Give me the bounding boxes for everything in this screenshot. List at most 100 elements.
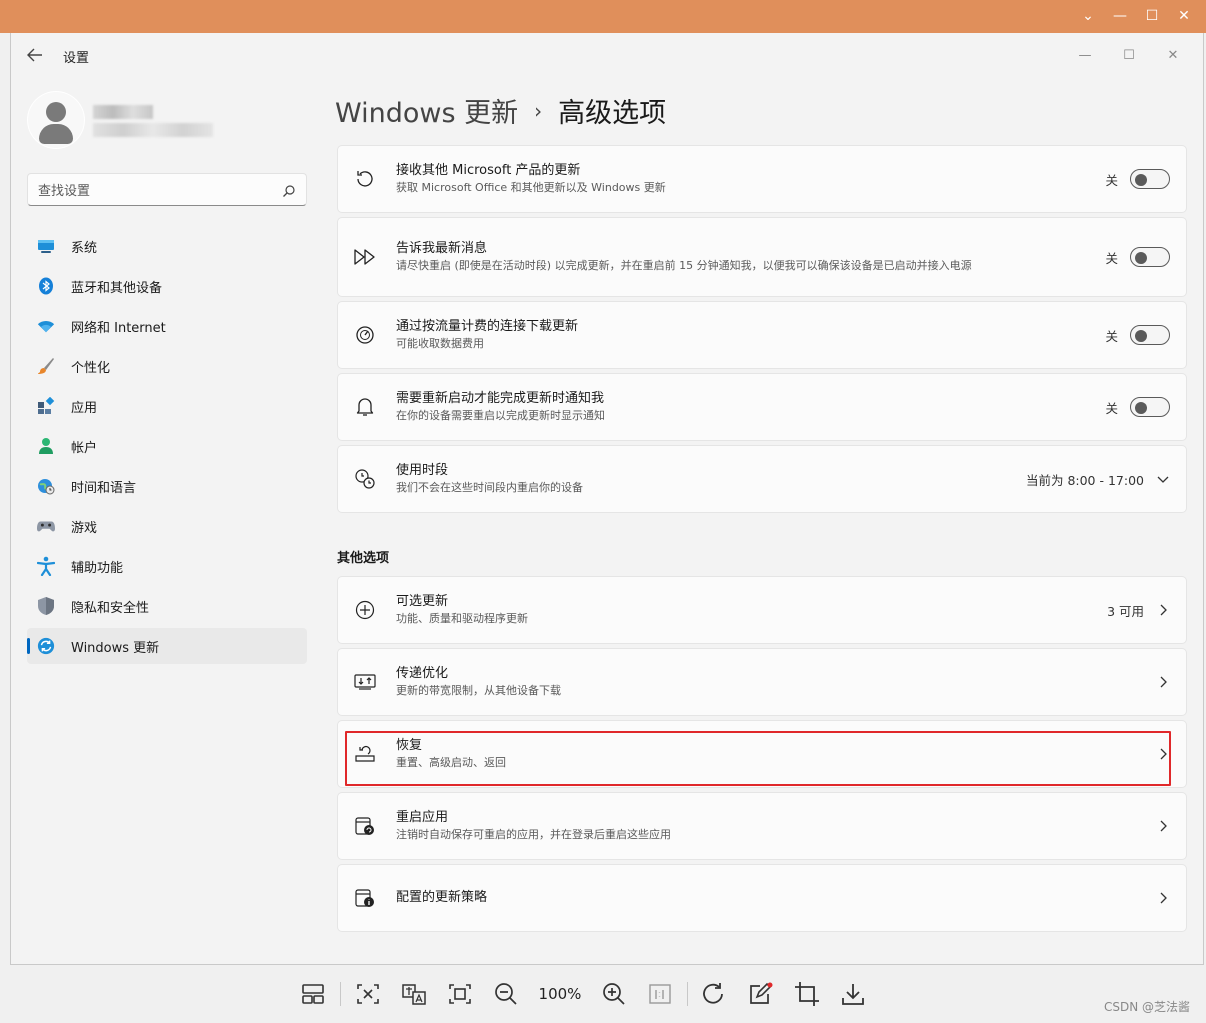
setting-metered-download[interactable]: 通过按流量计费的连接下载更新 可能收取数据费用 关 xyxy=(337,301,1187,369)
fast-forward-icon xyxy=(354,246,376,268)
notify-latest-toggle[interactable] xyxy=(1130,247,1170,267)
chevron-down-icon[interactable]: ⌄ xyxy=(1072,4,1104,28)
chevron-right-icon[interactable] xyxy=(1156,819,1170,833)
text-extract-icon[interactable] xyxy=(345,971,391,1017)
search-input[interactable]: 查找设置 xyxy=(38,180,282,199)
sidebar-item-label: 帐户 xyxy=(71,440,98,456)
setting-update-policies[interactable]: 配置的更新策略 xyxy=(337,864,1187,932)
sidebar-item-accessibility[interactable]: 辅助功能 xyxy=(27,548,307,584)
avatar[interactable] xyxy=(27,91,85,149)
maximize-button[interactable]: ☐ xyxy=(1107,41,1151,69)
close-button[interactable]: ✕ xyxy=(1151,41,1195,69)
breadcrumb-separator: › xyxy=(534,98,543,123)
setting-notify-latest[interactable]: 告诉我最新消息 请尽快重启 (即使是在活动时段) 以完成更新，并在重启前 15 … xyxy=(337,217,1187,297)
breadcrumb-parent[interactable]: Windows 更新 xyxy=(335,91,518,130)
zoom-level: 100% xyxy=(538,985,582,1003)
active-hours-value: 当前为 8:00 - 17:00 xyxy=(1025,472,1144,488)
sidebar-item-label: 时间和语言 xyxy=(71,480,137,496)
crop-icon[interactable] xyxy=(784,971,830,1017)
wifi-icon xyxy=(37,317,55,335)
user-profile[interactable] xyxy=(27,91,213,149)
sidebar-item-accounts[interactable]: 帐户 xyxy=(27,428,307,464)
toggle-state-label: 关 xyxy=(1105,400,1118,416)
page-title: 高级选项 xyxy=(558,98,667,129)
watermark: CSDN @芝法酱 xyxy=(1103,1000,1190,1014)
restart-notify-toggle[interactable] xyxy=(1130,397,1170,417)
setting-receive-other-updates[interactable]: 接收其他 Microsoft 产品的更新 获取 Microsoft Office… xyxy=(337,145,1187,213)
brush-icon xyxy=(37,357,55,375)
display-icon xyxy=(37,237,55,255)
person-icon xyxy=(28,92,84,148)
bluetooth-icon xyxy=(37,277,55,295)
sidebar-item-personalization[interactable]: 个性化 xyxy=(27,348,307,384)
settings-content: 接收其他 Microsoft 产品的更新 获取 Microsoft Office… xyxy=(337,145,1187,936)
sidebar-item-label: 辅助功能 xyxy=(71,560,124,576)
setting-title: 使用时段 xyxy=(396,463,449,478)
layout-icon[interactable] xyxy=(290,971,336,1017)
sidebar-item-privacy[interactable]: 隐私和安全性 xyxy=(27,588,307,624)
edit-icon[interactable] xyxy=(738,971,784,1017)
download-icon[interactable] xyxy=(830,971,876,1017)
sidebar-item-gaming[interactable]: 游戏 xyxy=(27,508,307,544)
sidebar-item-windows-update[interactable]: Windows 更新 xyxy=(27,628,307,664)
sidebar-item-network[interactable]: 网络和 Internet xyxy=(27,308,307,344)
fit-screen-icon[interactable] xyxy=(437,971,483,1017)
actual-size-icon[interactable] xyxy=(637,971,683,1017)
breadcrumb: Windows 更新 › 高级选项 xyxy=(335,91,666,130)
chevron-right-icon[interactable] xyxy=(1156,891,1170,905)
gamepad-icon xyxy=(37,517,55,535)
receive-other-updates-toggle[interactable] xyxy=(1130,169,1170,189)
sidebar-item-system[interactable]: 系统 xyxy=(27,228,307,264)
chevron-right-icon[interactable] xyxy=(1156,675,1170,689)
sidebar-item-label: 蓝牙和其他设备 xyxy=(71,280,163,296)
search-icon[interactable] xyxy=(282,183,296,197)
delivery-optimization-icon xyxy=(354,671,376,693)
setting-title: 传递优化 xyxy=(396,666,449,681)
plus-circle-icon xyxy=(354,599,376,621)
minimize-button[interactable]: — xyxy=(1063,41,1107,69)
back-arrow-icon[interactable] xyxy=(27,47,43,66)
setting-subtitle: 注销时自动保存可重启的应用，并在登录后重启这些应用 xyxy=(396,828,671,841)
setting-title: 接收其他 Microsoft 产品的更新 xyxy=(396,163,581,178)
setting-restart-notify[interactable]: 需要重新启动才能完成更新时通知我 在你的设备需要重启以完成更新时显示通知 关 xyxy=(337,373,1187,441)
sidebar-item-time-language[interactable]: 时间和语言 xyxy=(27,468,307,504)
minimize-icon[interactable]: — xyxy=(1104,4,1136,28)
person-icon xyxy=(37,437,55,455)
app-title: 设置 xyxy=(63,51,90,66)
sidebar-nav: 系统 蓝牙和其他设备 网络和 Internet 个性化 应用 帐户 时间和语言 … xyxy=(27,228,307,668)
sidebar-item-apps[interactable]: 应用 xyxy=(27,388,307,424)
sidebar-item-label: 应用 xyxy=(71,400,98,416)
search-box[interactable]: 查找设置 xyxy=(27,173,307,206)
viewer-window-controls: ⌄ — ☐ ✕ xyxy=(1072,4,1200,28)
zoom-out-icon[interactable] xyxy=(483,971,529,1017)
setting-title: 重启应用 xyxy=(396,810,449,825)
metered-download-toggle[interactable] xyxy=(1130,325,1170,345)
chevron-right-icon[interactable] xyxy=(1156,603,1170,617)
section-title: 其他选项 xyxy=(337,551,390,566)
setting-active-hours[interactable]: 使用时段 我们不会在这些时间段内重启你的设备 当前为 8:00 - 17:00 xyxy=(337,445,1187,513)
setting-subtitle: 可能收取数据费用 xyxy=(396,337,484,350)
sidebar-item-bluetooth[interactable]: 蓝牙和其他设备 xyxy=(27,268,307,304)
viewer-toolbar: 100% xyxy=(0,965,1206,1023)
maximize-icon[interactable]: ☐ xyxy=(1136,4,1168,28)
toggle-state-label: 关 xyxy=(1105,328,1118,344)
setting-optional-updates[interactable]: 可选更新 功能、质量和驱动程序更新 3 可用 xyxy=(337,576,1187,644)
setting-title: 配置的更新策略 xyxy=(396,890,488,905)
policy-info-icon xyxy=(354,887,376,909)
settings-window: — ☐ ✕ 设置 查找设置 系统 蓝牙和其他设备 网络和 Internet 个性… xyxy=(10,33,1204,965)
setting-restart-apps[interactable]: 重启应用 注销时自动保存可重启的应用，并在登录后重启这些应用 xyxy=(337,792,1187,860)
sidebar-item-label: 隐私和安全性 xyxy=(71,600,150,616)
toggle-state-label: 关 xyxy=(1105,172,1118,188)
rotate-icon[interactable] xyxy=(692,971,738,1017)
translate-icon[interactable] xyxy=(391,971,437,1017)
toggle-state-label: 关 xyxy=(1105,250,1118,266)
setting-delivery-optimization[interactable]: 传递优化 更新的带宽限制，从其他设备下载 xyxy=(337,648,1187,716)
optional-updates-count: 3 可用 xyxy=(1107,603,1144,619)
setting-subtitle: 更新的带宽限制，从其他设备下载 xyxy=(396,684,561,697)
sidebar-item-label: 系统 xyxy=(71,240,98,256)
close-icon[interactable]: ✕ xyxy=(1168,4,1200,28)
app-topbar: 设置 xyxy=(27,47,89,66)
chevron-down-icon[interactable] xyxy=(1156,472,1170,486)
restart-apps-icon xyxy=(354,815,376,837)
zoom-in-icon[interactable] xyxy=(591,971,637,1017)
